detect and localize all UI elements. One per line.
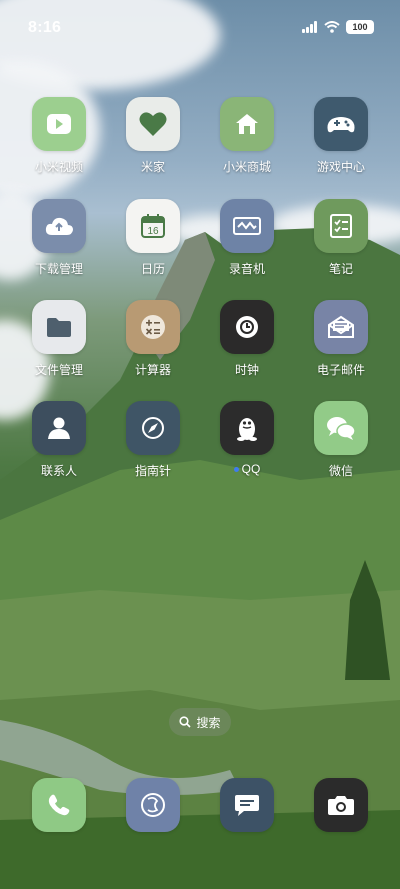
mail-icon — [314, 300, 368, 354]
app-label: 下载管理 — [34, 262, 83, 276]
app-mi-video[interactable]: 小米视频 — [17, 97, 101, 175]
checklist-icon — [314, 199, 368, 253]
app-label-text: QQ — [241, 462, 261, 476]
app-wechat[interactable]: 微信 — [299, 401, 383, 479]
browser-icon — [126, 778, 180, 832]
app-clock[interactable]: 时钟 — [205, 300, 289, 378]
heart-icon — [126, 97, 180, 151]
phone-icon — [32, 778, 86, 832]
svg-text:16: 16 — [147, 226, 159, 237]
search-icon — [179, 716, 192, 728]
person-icon — [32, 401, 86, 455]
app-label: 小米商城 — [222, 160, 271, 174]
battery-indicator: 100 — [346, 20, 374, 34]
penguin-icon — [220, 401, 274, 455]
play-icon — [32, 97, 86, 151]
calendar-icon: 16 — [126, 199, 180, 253]
waveform-icon — [220, 199, 274, 253]
search-label: 搜索 — [196, 715, 221, 730]
app-label: 联系人 — [40, 464, 77, 478]
status-time: 8:16 — [28, 19, 62, 36]
app-contacts[interactable]: 联系人 — [17, 401, 101, 479]
app-calculator[interactable]: 计算器 — [111, 300, 195, 378]
clock-icon — [220, 300, 274, 354]
camera-icon — [314, 778, 368, 832]
app-calendar[interactable]: 16 日历 — [111, 199, 195, 277]
status-bar: 8:16 100 — [0, 0, 400, 56]
app-label: 小米视频 — [34, 160, 83, 174]
app-file-manager[interactable]: 文件管理 — [17, 300, 101, 378]
app-mi-store[interactable]: 小米商城 — [205, 97, 289, 175]
calculator-icon — [126, 300, 180, 354]
app-label: 时钟 — [234, 363, 259, 377]
app-label: 微信 — [328, 464, 353, 478]
cloud-upload-icon — [32, 199, 86, 253]
app-recorder[interactable]: 录音机 — [205, 199, 289, 277]
dock-phone[interactable] — [17, 778, 101, 832]
app-label: 指南针 — [134, 464, 171, 478]
app-email[interactable]: 电子邮件 — [299, 300, 383, 378]
dock-camera[interactable] — [299, 778, 383, 832]
app-compass[interactable]: 指南针 — [111, 401, 195, 479]
app-label: 笔记 — [328, 262, 353, 276]
signal-icon — [302, 21, 317, 33]
app-qq[interactable]: QQ — [205, 401, 289, 476]
app-game-center[interactable]: 游戏中心 — [299, 97, 383, 175]
dock-browser[interactable] — [111, 778, 195, 832]
house-icon — [220, 97, 274, 151]
app-label: 米家 — [140, 160, 165, 174]
folder-icon — [32, 300, 86, 354]
chat-bubbles-icon — [314, 401, 368, 455]
app-download-manager[interactable]: 下载管理 — [17, 199, 101, 277]
wifi-icon — [324, 21, 340, 33]
message-icon — [220, 778, 274, 832]
app-mi-home[interactable]: 米家 — [111, 97, 195, 175]
app-label: 电子邮件 — [316, 363, 365, 377]
home-search-button[interactable]: 搜索 — [169, 708, 231, 736]
gamepad-icon — [314, 97, 368, 151]
compass-icon — [126, 401, 180, 455]
app-label: 文件管理 — [34, 363, 83, 377]
app-notes[interactable]: 笔记 — [299, 199, 383, 277]
app-label: 录音机 — [228, 262, 265, 276]
app-label: 游戏中心 — [316, 160, 365, 174]
dock-messages[interactable] — [205, 778, 289, 832]
app-label: 计算器 — [134, 363, 171, 377]
app-label: 日历 — [140, 262, 165, 276]
new-app-dot — [233, 466, 239, 472]
app-label: QQ — [233, 462, 261, 476]
